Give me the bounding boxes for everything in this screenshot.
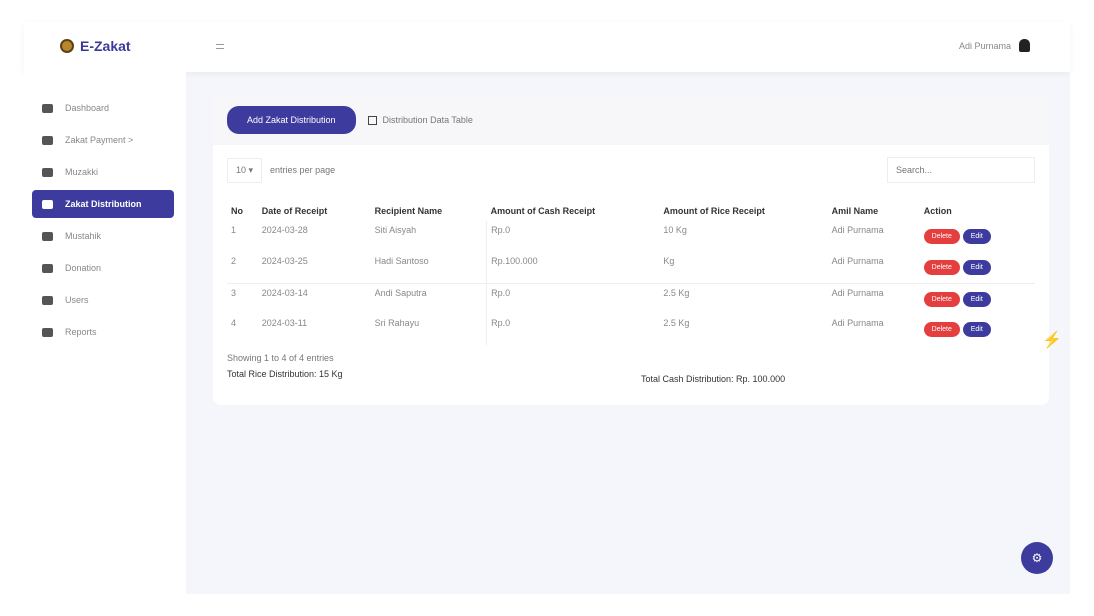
user-name: Adi Purnama: [959, 41, 1011, 51]
table-cell: 10 Kg: [659, 221, 827, 252]
distribution-card: Add Zakat Distribution Distribution Data…: [213, 95, 1049, 405]
table-cell: Sri Rahayu: [371, 314, 487, 345]
search-input[interactable]: [887, 157, 1035, 183]
column-header[interactable]: No: [227, 201, 258, 221]
sidebar-item-label: Reports: [65, 327, 97, 337]
settings-fab-button[interactable]: ⚙: [1021, 542, 1053, 574]
column-header[interactable]: Amount of Cash Receipt: [487, 201, 660, 221]
app-frame: E-Zakat Adi Purnama Dashboard Zakat Payme…: [24, 22, 1070, 594]
delete-button[interactable]: Delete: [924, 229, 960, 244]
sidebar-item-label: Users: [65, 295, 89, 305]
total-rice: Total Rice Distribution: 15 Kg: [227, 369, 343, 379]
edit-button[interactable]: Edit: [963, 229, 991, 244]
settings-tab-icon[interactable]: ⚡: [1042, 330, 1062, 350]
edit-button[interactable]: Edit: [963, 260, 991, 275]
table-row: 32024-03-14Andi SaputraRp.02.5 KgAdi Pur…: [227, 283, 1035, 314]
table-cell: Adi Purnama: [828, 283, 920, 314]
table-row: 12024-03-28Siti AisyahRp.010 KgAdi Purna…: [227, 221, 1035, 252]
sidebar-item-donation[interactable]: Donation: [24, 252, 174, 284]
edit-button[interactable]: Edit: [963, 322, 991, 337]
table-row: 42024-03-11Sri RahayuRp.02.5 KgAdi Purna…: [227, 314, 1035, 345]
table-cell: 2024-03-14: [258, 283, 371, 314]
table-cell: 1: [227, 221, 258, 252]
table-cell: Kg: [659, 252, 827, 283]
table-cell: Andi Saputra: [371, 283, 487, 314]
table-cell: 2: [227, 252, 258, 283]
sidebar-item-zakat-distribution[interactable]: Zakat Distribution: [32, 190, 174, 218]
app-title: E-Zakat: [80, 38, 131, 54]
column-header[interactable]: Action: [920, 201, 1035, 221]
table-cell: Siti Aisyah: [371, 221, 487, 252]
chart-icon: [42, 328, 53, 337]
action-cell: DeleteEdit: [920, 283, 1035, 314]
per-page-value: 10: [236, 165, 246, 175]
logo[interactable]: E-Zakat: [60, 38, 131, 54]
table-title: Distribution Data Table: [368, 115, 473, 125]
sidebar: Dashboard Zakat Payment > Muzakki Zakat Dis…: [24, 72, 186, 594]
sidebar-item-reports[interactable]: Reports: [24, 316, 174, 348]
table-cell: 2024-03-28: [258, 221, 371, 252]
user-icon: [42, 232, 53, 241]
table-cell: Adi Purnama: [828, 252, 920, 283]
column-header[interactable]: Recipient Name: [371, 201, 487, 221]
logo-icon: [60, 39, 74, 53]
table-cell: Adi Purnama: [828, 314, 920, 345]
sidebar-item-mustahik[interactable]: Mustahik: [24, 220, 174, 252]
action-cell: DeleteEdit: [920, 221, 1035, 252]
table-cell: 3: [227, 283, 258, 314]
action-cell: DeleteEdit: [920, 252, 1035, 283]
table-cell: Adi Purnama: [828, 221, 920, 252]
users-icon: [42, 168, 53, 177]
sidebar-item-label: Zakat Payment >: [65, 135, 133, 145]
sidebar-item-zakat-payment[interactable]: Zakat Payment >: [24, 124, 174, 156]
user-menu[interactable]: Adi Purnama: [959, 39, 1030, 52]
table-cell: 2.5 Kg: [659, 283, 827, 314]
delete-button[interactable]: Delete: [924, 322, 960, 337]
sidebar-item-label: Dashboard: [65, 103, 109, 113]
dashboard-icon: [42, 104, 53, 113]
table-row: 22024-03-25Hadi SantosoRp.100.000KgAdi P…: [227, 252, 1035, 283]
table-cell: 2024-03-11: [258, 314, 371, 345]
table-cell: Rp.100.000: [487, 252, 660, 283]
table-cell: Rp.0: [487, 283, 660, 314]
delete-button[interactable]: Delete: [924, 260, 960, 275]
table-title-text: Distribution Data Table: [383, 115, 473, 125]
table-cell: 2024-03-25: [258, 252, 371, 283]
column-header[interactable]: Date of Receipt: [258, 201, 371, 221]
sidebar-item-dashboard[interactable]: Dashboard: [24, 92, 174, 124]
payment-icon: [42, 136, 53, 145]
user-icon: [1019, 39, 1030, 52]
donation-icon: [42, 264, 53, 273]
sidebar-item-muzakki[interactable]: Muzakki: [24, 156, 174, 188]
action-cell: DeleteEdit: [920, 314, 1035, 345]
menu-toggle-icon[interactable]: [216, 44, 224, 49]
delete-button[interactable]: Delete: [924, 292, 960, 307]
table-cell: Rp.0: [487, 221, 660, 252]
table-cell: 4: [227, 314, 258, 345]
user-icon: [42, 296, 53, 305]
sidebar-item-label: Zakat Distribution: [65, 199, 142, 209]
header: E-Zakat Adi Purnama: [24, 22, 1070, 72]
sidebar-item-label: Muzakki: [65, 167, 98, 177]
sidebar-item-users[interactable]: Users: [24, 284, 174, 316]
per-page-label: entries per page: [270, 165, 335, 175]
edit-button[interactable]: Edit: [963, 292, 991, 307]
table-cell: Rp.0: [487, 314, 660, 345]
per-page-select[interactable]: 10 ▾: [227, 158, 262, 183]
table-icon: [368, 116, 377, 125]
total-cash: Total Cash Distribution: Rp. 100.000: [641, 374, 785, 384]
sidebar-item-label: Donation: [65, 263, 101, 273]
column-header[interactable]: Amount of Rice Receipt: [659, 201, 827, 221]
column-header[interactable]: Amil Name: [828, 201, 920, 221]
sidebar-item-label: Mustahik: [65, 231, 101, 241]
distribution-icon: [42, 200, 53, 209]
distribution-table: NoDate of ReceiptRecipient NameAmount of…: [227, 201, 1035, 345]
add-distribution-button[interactable]: Add Zakat Distribution: [227, 106, 356, 134]
table-cell: 2.5 Kg: [659, 314, 827, 345]
entries-info: Showing 1 to 4 of 4 entries: [227, 353, 343, 363]
table-cell: Hadi Santoso: [371, 252, 487, 283]
